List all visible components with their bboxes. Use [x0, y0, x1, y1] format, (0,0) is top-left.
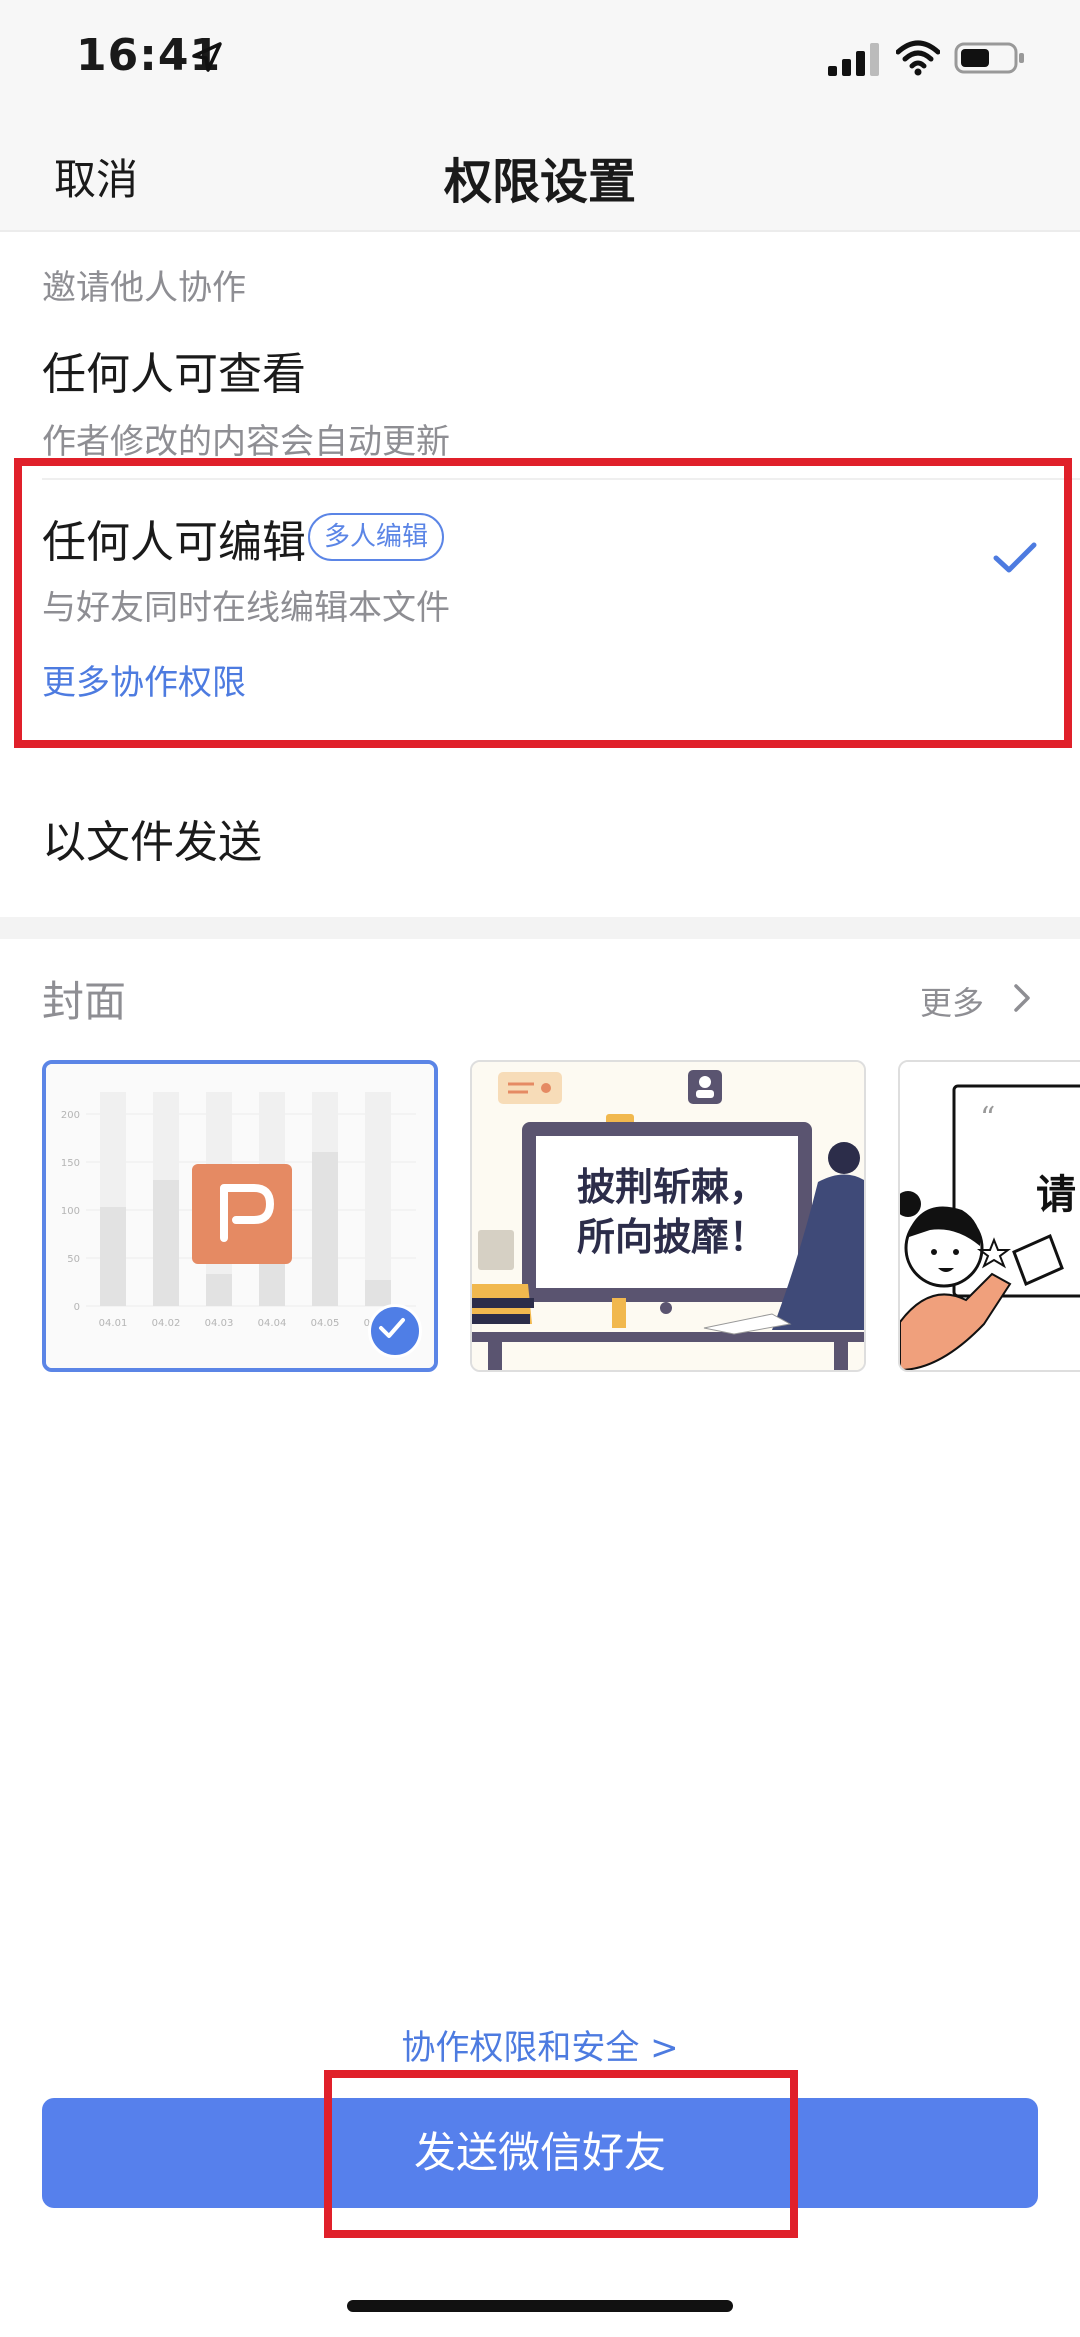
multi-edit-badge: 多人编辑: [308, 513, 445, 561]
security-settings-link[interactable]: 协作权限和安全 >: [0, 2020, 1080, 2069]
send-wechat-friend-button[interactable]: 发送微信好友: [42, 2098, 1038, 2208]
presentation-app-icon: [192, 1164, 292, 1264]
battery-icon: [954, 42, 1024, 74]
home-indicator: [347, 2300, 733, 2312]
more-permissions-link[interactable]: 更多协作权限: [42, 655, 246, 704]
wifi-icon: [896, 40, 940, 76]
selected-check-icon: [368, 1304, 422, 1358]
option-view-only-subtitle: 作者修改的内容会自动更新: [42, 422, 450, 462]
cover-section-label: 封面: [42, 977, 127, 1026]
svg-text:“: “: [980, 1101, 995, 1136]
x-tick: 04.04: [258, 1318, 287, 1329]
section-separator: [0, 917, 1080, 939]
cover-option-monitor[interactable]: 披荆斩棘，所向披靡！: [470, 1060, 866, 1372]
checkmark-icon: [993, 542, 1037, 573]
cover-more-link[interactable]: 更多: [920, 978, 984, 1024]
option-send-file[interactable]: 以文件发送: [42, 806, 262, 870]
cover-option-chart[interactable]: 200 150 100 50 0 04.01 04.02 04.03 04.04…: [42, 1060, 438, 1372]
x-tick: 04.03: [205, 1318, 234, 1329]
option-view-only-title: 任何人可查看: [42, 349, 306, 400]
x-tick: 04.02: [152, 1318, 181, 1329]
nav-bar: 取消 权限设置: [0, 120, 1080, 232]
y-tick: 100: [61, 1206, 80, 1217]
page-title: 权限设置: [443, 154, 636, 210]
y-tick: 50: [67, 1254, 80, 1265]
cover-illustration-text: 请: [1036, 1172, 1076, 1218]
x-tick: 04.05: [311, 1318, 340, 1329]
divider: [42, 478, 1080, 480]
option-edit-title: 任何人可编辑: [42, 517, 306, 568]
option-edit-subtitle: 与好友同时在线编辑本文件: [42, 588, 450, 628]
chevron-right-icon[interactable]: [1012, 982, 1032, 1014]
y-tick: 200: [61, 1110, 80, 1121]
y-tick: 0: [74, 1302, 80, 1313]
invite-section-label: 邀请他人协作: [42, 268, 246, 308]
cover-illustration-text: 披荆斩棘，所向披靡！: [576, 1165, 767, 1259]
cover-option-cartoon[interactable]: “ 请: [898, 1060, 1080, 1372]
y-tick: 150: [61, 1158, 80, 1169]
cellular-signal-icon: [828, 43, 879, 76]
status-bar: 16:41: [0, 0, 1080, 120]
location-arrow-icon: [192, 42, 222, 72]
x-tick: 04.01: [99, 1318, 128, 1329]
